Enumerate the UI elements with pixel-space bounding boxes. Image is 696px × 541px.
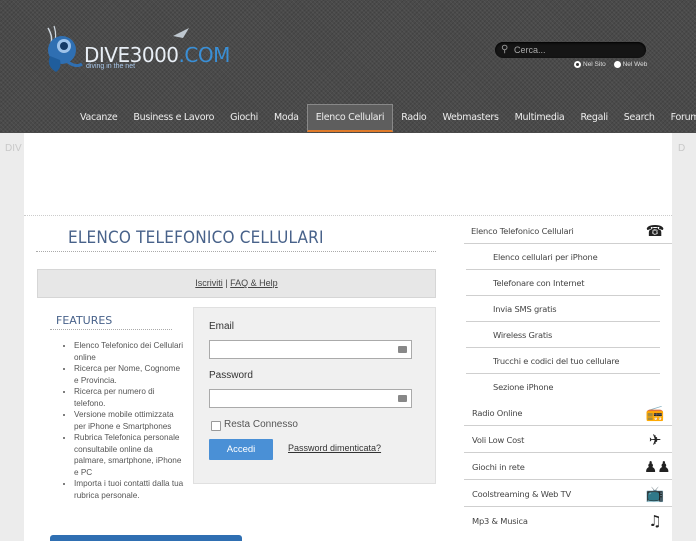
- nav-item-giochi[interactable]: Giochi: [222, 104, 266, 132]
- search-box: ⚲: [495, 42, 646, 58]
- site-header: DIVE3000.COM diving in the net ⚲ Nel Sit…: [0, 0, 696, 133]
- tv-icon: 📺: [645, 485, 665, 503]
- sidebar-item-voli[interactable]: Voli Low Cost ✈: [464, 427, 672, 453]
- forgot-password-link[interactable]: Password dimenticata?: [288, 443, 381, 453]
- sidebar-subitem[interactable]: Wireless Gratis: [466, 322, 660, 348]
- site-tagline: diving in the net: [86, 63, 136, 70]
- features-title: FEATURES: [56, 314, 113, 327]
- register-link[interactable]: Iscriviti: [195, 278, 223, 288]
- account-links-bar: Iscriviti | FAQ & Help: [37, 269, 436, 298]
- left-edge-text: DIV: [5, 143, 22, 154]
- sidebar-subitem[interactable]: Sezione iPhone: [466, 374, 660, 400]
- email-field[interactable]: [209, 340, 412, 359]
- blue-banner-edge[interactable]: [50, 535, 242, 541]
- left-margin: [0, 133, 24, 541]
- radio-selected-icon: [574, 61, 581, 68]
- nav-item-vacanze[interactable]: Vacanze: [72, 104, 125, 132]
- sidebar-item-giochi[interactable]: Giochi in rete ♟♟: [464, 454, 672, 480]
- radio-icon: [613, 61, 621, 68]
- page-title: ELENCO TELEFONICO CELLULARI: [68, 228, 324, 248]
- password-label: Password: [209, 370, 253, 381]
- sidebar-item-label: Giochi in rete: [472, 462, 525, 472]
- sidebar-item-tv[interactable]: Coolstreaming & Web TV 📺: [464, 481, 672, 507]
- password-field[interactable]: [209, 389, 412, 408]
- email-label: Email: [209, 321, 235, 332]
- title-divider: [36, 251, 436, 252]
- right-margin: [672, 133, 696, 541]
- features-list: Elenco Telefonico dei Cellulari online R…: [62, 340, 186, 501]
- list-item: Ricerca per Nome, Cognome e Provincia.: [74, 363, 186, 386]
- telephone-icon: ☎: [645, 222, 665, 240]
- main-nav: Vacanze Business e Lavoro Giochi Moda Elenco…: [72, 103, 696, 132]
- faq-link[interactable]: FAQ & Help: [230, 278, 278, 288]
- sidebar-item-label: Coolstreaming & Web TV: [472, 489, 571, 499]
- sidebar-item-elenco[interactable]: Elenco Telefonico Cellulari ☎: [464, 218, 672, 244]
- sidebar-item-radio[interactable]: Radio Online 📻: [464, 400, 672, 426]
- search-input[interactable]: [514, 43, 639, 56]
- sidebar-item-label: Radio Online: [472, 408, 523, 418]
- autofill-key-icon[interactable]: [398, 346, 407, 353]
- sidebar-subitem[interactable]: Elenco cellulari per iPhone: [466, 244, 660, 270]
- features-divider: [50, 329, 172, 330]
- nav-item-regali[interactable]: Regali: [572, 104, 615, 132]
- autofill-key-icon[interactable]: [398, 395, 407, 402]
- radio-icon: 📻: [645, 404, 665, 422]
- list-item: Elenco Telefonico dei Cellulari online: [74, 340, 186, 363]
- game-icon: ♟♟: [644, 458, 671, 476]
- nav-item-multimedia[interactable]: Multimedia: [507, 104, 573, 132]
- password-input[interactable]: [213, 391, 397, 408]
- list-item: Rubrica Telefonica personale consultabil…: [74, 432, 186, 478]
- nav-item-business[interactable]: Business e Lavoro: [125, 104, 222, 132]
- remember-checkbox[interactable]: [211, 421, 221, 431]
- login-button[interactable]: Accedi: [209, 439, 273, 460]
- sidebar-item-label: Elenco Telefonico Cellulari: [471, 226, 574, 236]
- search-scope-site[interactable]: Nel Sito: [574, 61, 606, 68]
- sidebar-item-musica[interactable]: Mp3 & Musica ♫: [464, 508, 672, 534]
- right-edge-text: D: [678, 143, 686, 154]
- sidebar-subitem[interactable]: Telefonare con Internet: [466, 270, 660, 296]
- nav-item-search[interactable]: Search: [616, 104, 663, 132]
- list-item: Ricerca per numero di telefono.: [74, 386, 186, 409]
- paper-plane-icon: ✈: [648, 431, 662, 449]
- nav-item-webmasters[interactable]: Webmasters: [434, 104, 506, 132]
- sidebar-subitem[interactable]: Trucchi e codici del tuo cellulare: [466, 348, 660, 374]
- music-icon: ♫: [648, 512, 662, 530]
- email-input[interactable]: [213, 342, 397, 359]
- ad-banner-area: [24, 133, 672, 216]
- nav-item-forum[interactable]: Forum: [663, 104, 696, 132]
- link-separator: |: [225, 278, 228, 288]
- nav-item-moda[interactable]: Moda: [266, 104, 307, 132]
- remember-label[interactable]: Resta Connesso: [224, 419, 298, 430]
- nav-item-radio[interactable]: Radio: [393, 104, 434, 132]
- search-scope-web[interactable]: Nel Web: [613, 61, 647, 68]
- sidebar-item-label: Mp3 & Musica: [472, 516, 528, 526]
- sidebar-subitem[interactable]: Invia SMS gratis: [466, 296, 660, 322]
- search-scope: Nel Sito Nel Web: [574, 61, 653, 68]
- list-item: Versione mobile ottimizzata per iPhone e…: [74, 409, 186, 432]
- list-item: Importa i tuoi contatti dalla tua rubric…: [74, 478, 186, 501]
- search-icon: ⚲: [501, 44, 509, 55]
- nav-item-elenco-cellulari[interactable]: Elenco Cellulari: [306, 104, 394, 132]
- sidebar-item-label: Voli Low Cost: [472, 435, 525, 445]
